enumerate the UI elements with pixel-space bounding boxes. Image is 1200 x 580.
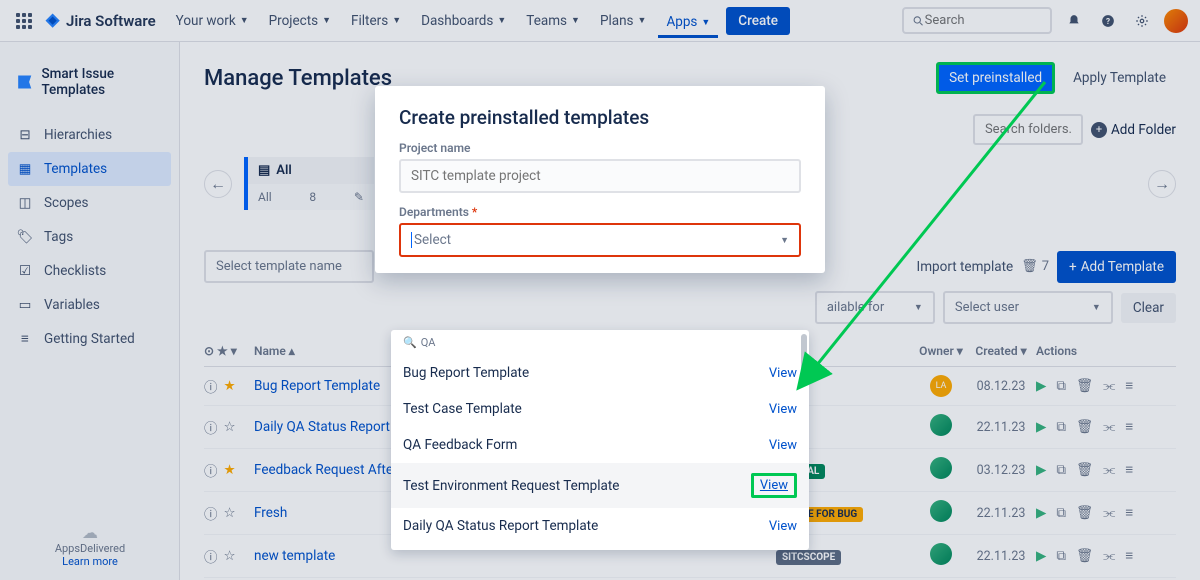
create-preinstalled-modal: Create preinstalled templates Project na… [375,86,825,273]
dropdown-item[interactable]: Bug Report Template View [391,355,809,391]
project-name-label: Project name [399,141,801,155]
view-link[interactable]: View [751,473,797,498]
dropdown-group-qa: 🔍QA [391,330,809,355]
scrollbar[interactable] [801,334,807,374]
dropdown-item-name: Daily QA Status Report Template [403,518,598,534]
search-icon: 🔍 [403,336,417,349]
departments-label: Departments * [399,205,801,219]
view-link[interactable]: View [769,438,797,453]
project-name-input[interactable] [399,159,801,193]
modal-title: Create preinstalled templates [375,86,825,141]
chevron-down-icon: ▼ [780,235,789,246]
view-link[interactable]: View [769,402,797,417]
dropdown-item-name: Test Environment Request Template [403,478,619,494]
dropdown-item-name: QA Feedback Form [403,437,517,453]
modal-body: Project name Departments * Select ▼ [375,141,825,273]
dropdown-item[interactable]: QA Feedback Form View [391,427,809,463]
view-link[interactable]: View [769,366,797,381]
dropdown-item[interactable]: Test Environment Request Template View [391,463,809,508]
dropdown-item-name: Bug Report Template [403,365,529,381]
dropdown-item-name: Test Case Template [403,401,522,417]
dropdown-item[interactable]: Daily QA Status Report Template View [391,508,809,544]
departments-select[interactable]: Select ▼ [399,223,801,257]
dropdown-group-hr: 👤HR [391,544,809,550]
departments-dropdown: 🔍QA Bug Report TemplateViewTest Case Tem… [391,330,809,550]
view-link[interactable]: View [769,519,797,534]
dropdown-item[interactable]: Test Case Template View [391,391,809,427]
